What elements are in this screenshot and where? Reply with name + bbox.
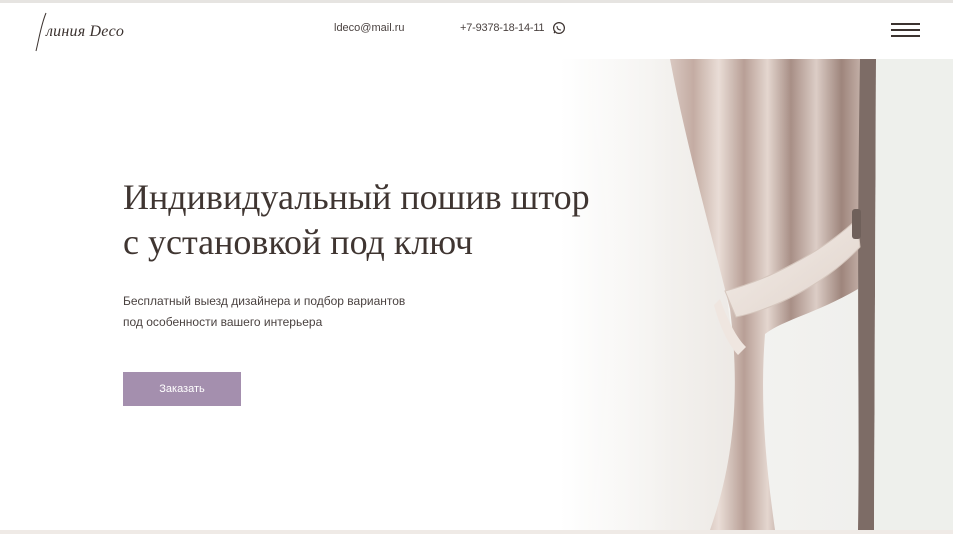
email-link[interactable]: ldeco@mail.ru [334, 22, 404, 34]
hero-title-line1: Индивидуальный пошив штор [123, 177, 590, 217]
order-button[interactable]: Заказать [123, 372, 241, 406]
logo[interactable]: линия Deco [34, 11, 144, 53]
hero-title: Индивидуальный пошив штор с установкой п… [123, 175, 643, 265]
hero-subtitle-line1: Бесплатный выезд дизайнера и подбор вари… [123, 294, 406, 308]
hero-subtitle-line2: под особенности вашего интерьера [123, 315, 323, 329]
logo-text: линия Deco [46, 23, 125, 40]
hero-subtitle: Бесплатный выезд дизайнера и подбор вари… [123, 291, 483, 333]
bottom-border [0, 530, 953, 534]
hero-title-line2: с установкой под ключ [123, 222, 473, 262]
whatsapp-icon[interactable] [552, 21, 566, 35]
phone-link[interactable]: +7-9378-18-14-11 [460, 22, 545, 34]
hamburger-menu-icon[interactable] [891, 21, 921, 41]
site-header: линия Deco ldeco@mail.ru +7-9378-18-14-1… [0, 3, 953, 59]
curtain-image [560, 59, 953, 530]
